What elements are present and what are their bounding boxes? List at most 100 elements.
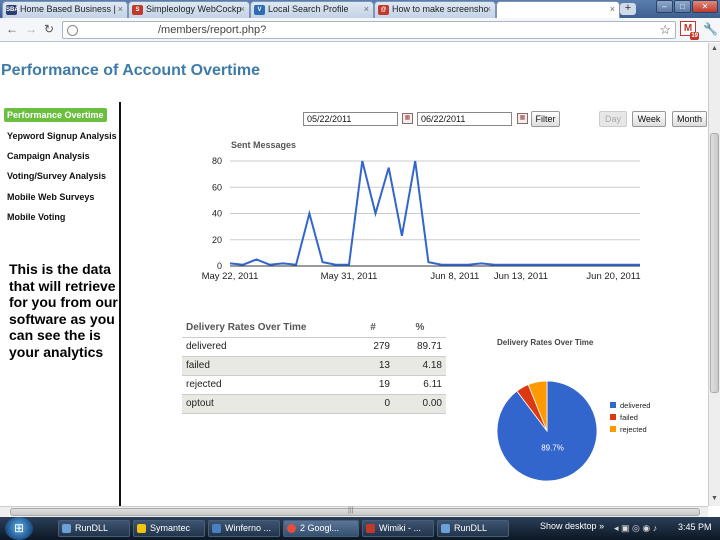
sidebar-item-yepword-signup-analysis[interactable]: Yepword Signup Analysis (7, 131, 117, 141)
data-point (334, 263, 337, 266)
row-label: delivered (182, 337, 352, 357)
maximize-icon[interactable]: □ (674, 0, 691, 13)
tab-label: How to make screensho (392, 4, 489, 14)
tab-label: Local Search Profile (268, 4, 349, 14)
row-percent: 0.00 (394, 394, 446, 414)
y-tick-label: 20 (212, 235, 222, 245)
table-row: optout 0 0.00 (182, 394, 446, 414)
new-tab-button[interactable]: + (620, 3, 636, 15)
tab-how-to-make-screenshot[interactable]: @ How to make screensho × (374, 1, 496, 18)
table-row: rejected 19 6.11 (182, 375, 446, 395)
minimize-icon[interactable]: – (656, 0, 673, 13)
tab-active-report[interactable]: × (496, 1, 620, 18)
row-count: 279 (352, 337, 394, 357)
taskbar-item-google-chrome[interactable]: 2 Googl... (283, 520, 359, 537)
data-point (361, 160, 364, 163)
row-label: failed (182, 356, 352, 376)
taskbar-item-rundll[interactable]: RunDLL (58, 520, 130, 537)
gmail-checker-icon[interactable]: M 19 (680, 21, 699, 40)
scroll-down-icon[interactable]: ▼ (711, 495, 718, 502)
taskbar-item-label: Wimiki - ... (379, 523, 421, 533)
system-tray-icons[interactable]: ◂ ▣ ◎ ◉ ♪ (614, 523, 657, 534)
bookmark-star-icon[interactable]: ☆ (659, 22, 671, 38)
filter-button[interactable]: Filter (531, 111, 560, 127)
start-button-icon[interactable]: ⊞ (5, 517, 33, 540)
month-button[interactable]: Month (672, 111, 707, 127)
sidebar-item-mobile-web-surveys[interactable]: Mobile Web Surveys (7, 192, 94, 202)
week-button[interactable]: Week (632, 111, 666, 127)
page-icon (67, 25, 78, 36)
rundll-icon (441, 524, 450, 533)
sidebar-item-performance-overtime[interactable]: Performance Overtime (4, 108, 107, 122)
calendar-icon[interactable]: ▦ (517, 113, 528, 124)
data-point (546, 263, 549, 266)
pie-chart-title: Delivery Rates Over Time (497, 338, 594, 347)
table-row: failed 13 4.18 (182, 356, 446, 376)
address-bar-url[interactable]: /members/report.php? (158, 24, 266, 36)
data-point (586, 263, 589, 266)
tab-favicon-icon: V (254, 5, 265, 15)
tab-close-icon[interactable]: × (364, 2, 369, 17)
data-point (268, 263, 271, 266)
start-date-input[interactable]: 05/22/2011 (303, 112, 398, 126)
vertical-scrollbar[interactable]: ▲ ▼ (708, 43, 720, 506)
y-tick-label: 0 (217, 261, 222, 271)
delivery-rates-pie-chart: 89.7% delivered failed rejected (496, 380, 650, 482)
wrench-menu-icon[interactable]: 🔧 (703, 22, 718, 36)
close-window-icon[interactable]: ✕ (692, 0, 718, 13)
taskbar-clock[interactable]: 3:45 PM (678, 522, 712, 532)
data-point (321, 261, 324, 264)
calendar-icon[interactable]: ▦ (402, 113, 413, 124)
tab-favicon-icon: S (132, 5, 143, 15)
data-point (414, 160, 417, 163)
reload-icon[interactable]: ↻ (44, 22, 54, 36)
tab-local-search-profile[interactable]: V Local Search Profile × (250, 1, 374, 18)
sidebar-item-voting-survey-analysis[interactable]: Voting/Survey Analysis (7, 171, 106, 181)
data-point (467, 263, 470, 266)
data-point (480, 262, 483, 265)
day-button[interactable]: Day (599, 111, 627, 127)
column-header-metric: Delivery Rates Over Time (182, 318, 352, 338)
taskbar-item-label: Winferno ... (225, 523, 272, 533)
show-desktop-toolbar[interactable]: Show desktop » (540, 521, 604, 531)
legend-label-delivered: delivered (620, 401, 650, 410)
data-point (519, 263, 522, 266)
data-point (625, 263, 628, 266)
pie-data-label: 89.7% (541, 444, 564, 453)
row-label: rejected (182, 375, 352, 395)
sidebar-item-campaign-analysis[interactable]: Campaign Analysis (7, 151, 90, 161)
tab-label: Home Based Business | (20, 4, 116, 14)
scroll-up-icon[interactable]: ▲ (711, 45, 718, 52)
horizontal-scroll-thumb[interactable] (10, 508, 700, 516)
tab-close-icon[interactable]: × (240, 2, 245, 17)
taskbar-item-label: Symantec (150, 523, 191, 533)
address-bar[interactable]: /members/report.php? ☆ (62, 21, 676, 39)
tab-close-icon[interactable]: × (610, 2, 615, 17)
screen: SBA Home Based Business | × S Simpleolog… (0, 0, 720, 540)
back-arrow-icon[interactable]: ← (6, 22, 18, 36)
taskbar-item-symantec[interactable]: Symantec (133, 520, 205, 537)
tab-strip: SBA Home Based Business | × S Simpleolog… (0, 0, 720, 18)
toolbar-chevron-icon[interactable]: » (599, 521, 604, 531)
data-point (533, 263, 536, 266)
sidebar-item-mobile-voting[interactable]: Mobile Voting (7, 212, 65, 222)
tab-simpleology[interactable]: S Simpleology WebCockp × (128, 1, 250, 18)
forward-arrow-icon[interactable]: → (25, 22, 37, 36)
annotation-note: This is the data that will retrieve for … (9, 261, 118, 360)
horizontal-scrollbar[interactable]: ||| (0, 506, 708, 517)
show-desktop-label: Show desktop (540, 521, 597, 531)
sent-messages-series-line (229, 160, 640, 266)
symantec-icon (137, 524, 146, 533)
taskbar-item-rundll-2[interactable]: RunDLL (437, 520, 509, 537)
winferno-icon (212, 524, 221, 533)
tab-close-icon[interactable]: × (118, 2, 123, 17)
row-percent: 4.18 (394, 356, 446, 376)
data-point (308, 212, 311, 215)
tab-home-based-business[interactable]: SBA Home Based Business | × (2, 1, 128, 18)
taskbar-item-wimiki[interactable]: Wimiki - ... (362, 520, 434, 537)
end-date-input[interactable]: 06/22/2011 (417, 112, 512, 126)
taskbar-item-winferno[interactable]: Winferno ... (208, 520, 280, 537)
vertical-scroll-thumb[interactable] (710, 133, 719, 393)
tab-close-icon[interactable]: × (486, 2, 491, 17)
data-point (427, 261, 430, 264)
